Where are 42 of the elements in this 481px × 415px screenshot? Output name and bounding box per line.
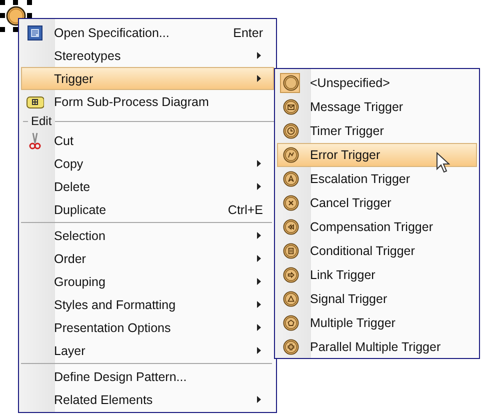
menu-item[interactable]: Trigger <box>21 67 274 90</box>
menu-item[interactable]: Related Elements <box>21 388 274 411</box>
menu-item[interactable]: Parallel Multiple Trigger <box>277 335 477 359</box>
menu-item[interactable]: Open Specification... Enter <box>21 21 274 44</box>
trigger-icon <box>283 195 299 211</box>
mouse-pointer-icon <box>436 152 450 174</box>
menu-item[interactable]: Presentation Options <box>21 316 274 339</box>
section-label: Edit <box>31 114 52 128</box>
specification-icon <box>26 24 44 42</box>
menu-item[interactable]: Multiple Trigger <box>277 311 477 335</box>
menu-item[interactable]: Selection <box>21 224 274 247</box>
menu-item[interactable]: Error Trigger <box>277 143 477 167</box>
menu-item[interactable]: Stereotypes <box>21 44 274 67</box>
trigger-icon <box>283 243 299 259</box>
menu-item[interactable]: Layer <box>21 339 274 362</box>
trigger-icon <box>283 291 299 307</box>
trigger-icon <box>283 267 299 283</box>
trigger-icon <box>283 315 299 331</box>
trigger-icon <box>283 123 299 139</box>
menu-item[interactable]: Escalation Trigger <box>277 167 477 191</box>
menu-item[interactable]: Signal Trigger <box>277 287 477 311</box>
menu-item[interactable]: <Unspecified> <box>277 71 477 95</box>
menu-item[interactable]: Copy <box>21 152 274 175</box>
menu-item[interactable]: Grouping <box>21 270 274 293</box>
menu-item[interactable]: Delete <box>21 175 274 198</box>
trigger-icon <box>283 339 299 355</box>
menu-item[interactable]: Form Sub-Process Diagram <box>21 90 274 113</box>
menu-item[interactable]: Define Design Pattern... <box>21 365 274 388</box>
menu-item[interactable]: Conditional Trigger <box>277 239 477 263</box>
menu-item[interactable]: Cut <box>21 129 274 152</box>
trigger-icon <box>283 147 299 163</box>
trigger-icon <box>283 171 299 187</box>
menu-item[interactable]: Message Trigger <box>277 95 477 119</box>
menu-item[interactable]: Link Trigger <box>277 263 477 287</box>
menu-item[interactable]: Styles and Formatting <box>21 293 274 316</box>
trigger-icon <box>283 219 299 235</box>
menu-item[interactable]: Cancel Trigger <box>277 191 477 215</box>
menu-item[interactable]: Duplicate Ctrl+E <box>21 198 274 221</box>
menu-item[interactable]: Timer Trigger <box>277 119 477 143</box>
trigger-icon <box>283 99 299 115</box>
menu-item[interactable]: Order <box>21 247 274 270</box>
menu-item[interactable]: Compensation Trigger <box>277 215 477 239</box>
